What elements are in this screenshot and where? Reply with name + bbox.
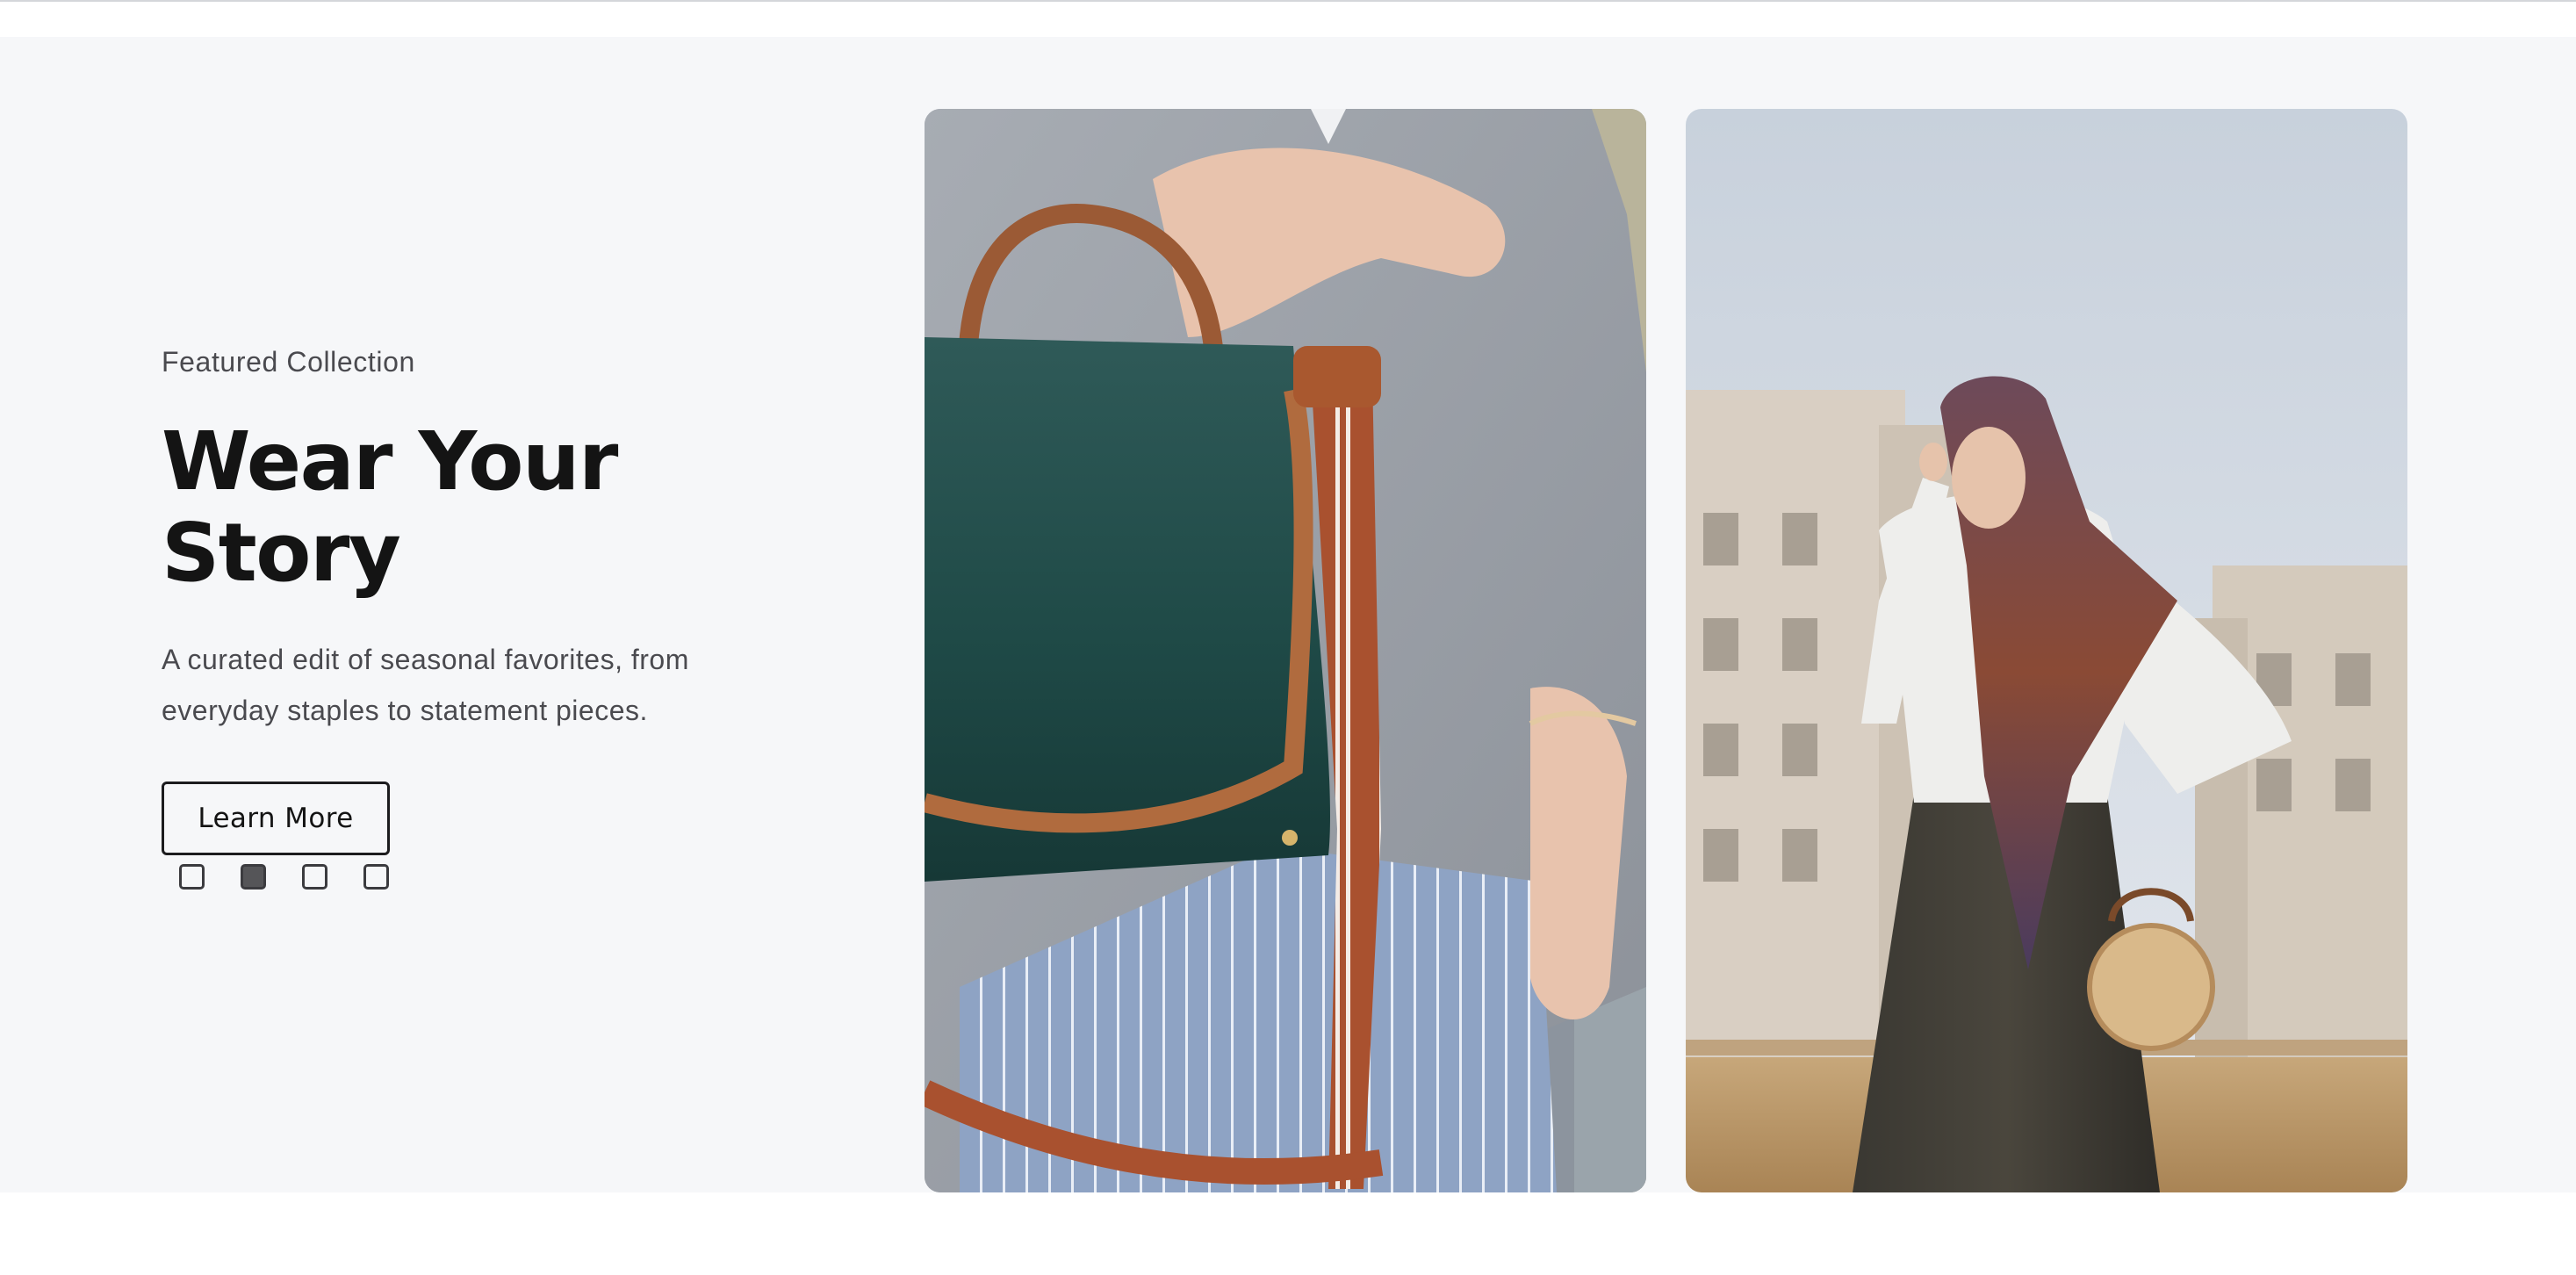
carousel-indicators — [179, 864, 389, 890]
green-handbag-photo — [925, 109, 1646, 1192]
headscarf-woman-photo — [1686, 109, 2407, 1192]
learn-more-button[interactable]: Learn More — [162, 782, 390, 855]
carousel-dot-2[interactable] — [241, 864, 266, 890]
hero-description: A curated edit of seasonal favorites, fr… — [162, 644, 689, 726]
carousel-dot-4[interactable] — [363, 864, 389, 890]
top-divider — [0, 0, 2576, 2]
hero-eyebrow: Featured Collection — [162, 346, 415, 378]
hero-copy: Featured Collection Wear Your Story A cu… — [162, 344, 829, 855]
hero-section: Featured Collection Wear Your Story A cu… — [0, 37, 2576, 1192]
carousel-dot-3[interactable] — [302, 864, 327, 890]
carousel-dot-1[interactable] — [179, 864, 205, 890]
hero-title: Wear Your Story — [162, 414, 618, 600]
